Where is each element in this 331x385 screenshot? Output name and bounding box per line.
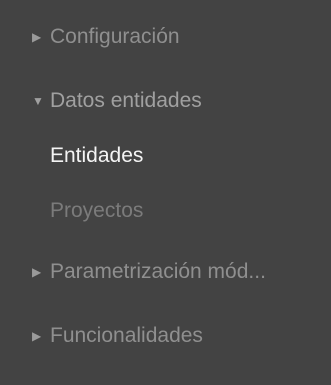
sidebar-item-datos-entidades[interactable]: ▼ Datos entidades [32,84,323,118]
sidebar-item-label: Parametrización mód... [50,260,266,283]
sidebar-item-parametrizacion[interactable]: ▶ Parametrización mód... [32,255,323,289]
sidebar-item-funcionalidades[interactable]: ▶ Funcionalidades [32,319,323,353]
caret-right-icon: ▶ [32,265,42,279]
caret-right-icon: ▶ [32,329,42,343]
sidebar-item-label: Configuración [50,25,180,48]
sidebar-item-label: Funcionalidades [50,324,203,347]
caret-down-icon: ▼ [32,94,44,108]
sidebar-subitem-entidades[interactable]: Entidades [50,139,323,173]
sidebar-nav: ▶ Configuración ▼ Datos entidades Entida… [0,0,331,385]
sidebar-subitem-proyectos[interactable]: Proyectos [50,194,323,228]
caret-right-icon: ▶ [32,30,42,44]
sidebar-item-label: Datos entidades [50,89,202,112]
sidebar-item-configuracion[interactable]: ▶ Configuración [32,20,323,54]
